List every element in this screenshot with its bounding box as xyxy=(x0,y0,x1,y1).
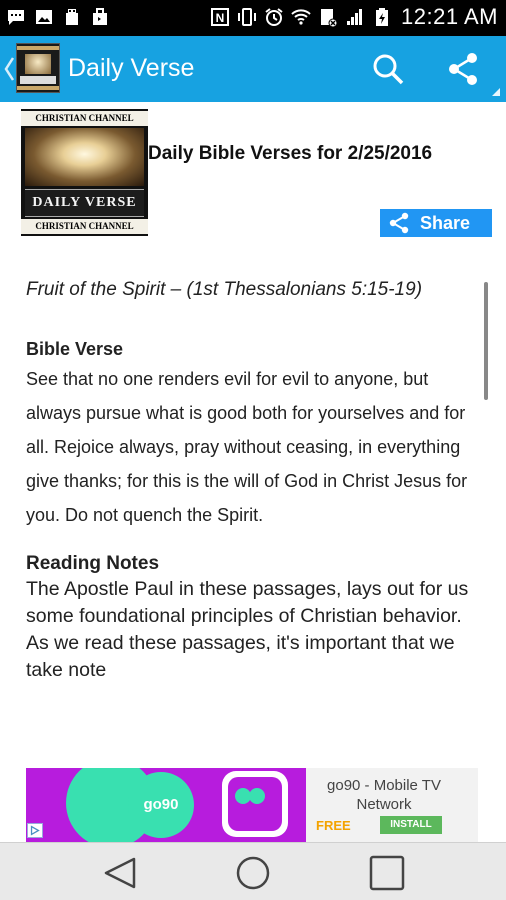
nfc-icon: N xyxy=(210,6,230,28)
bible-verse-text: See that no one renders evil for evil to… xyxy=(26,369,468,525)
ad-graphic-text: go90 xyxy=(128,772,194,838)
app-title: Daily Verse xyxy=(68,54,195,82)
data-icon xyxy=(318,6,338,28)
back-icon[interactable] xyxy=(100,855,140,891)
cover-title: DAILY VERSE xyxy=(25,189,144,217)
app-bar: Daily Verse xyxy=(0,36,506,102)
reading-notes-text: The Apostle Paul in these passages, lays… xyxy=(26,578,469,681)
ad-app-name: go90 - Mobile TV Network xyxy=(327,777,441,813)
clock: 12:21 AM xyxy=(401,4,498,29)
chat-icon xyxy=(6,6,26,28)
bible-illustration xyxy=(25,128,144,186)
daily-verse-cover-image: CHRISTIAN CHANNEL DAILY VERSE CHRISTIAN … xyxy=(21,109,148,236)
alarm-icon xyxy=(264,6,284,28)
verse-title: Fruit of the Spirit – (1st Thessalonians… xyxy=(26,279,423,300)
adchoices-icon[interactable] xyxy=(27,823,43,838)
bible-verse-heading: Bible Verse xyxy=(26,339,124,359)
battery-icon xyxy=(372,6,392,28)
ad-graphic: go90 xyxy=(26,768,306,842)
search-icon[interactable] xyxy=(371,52,405,86)
scrollbar[interactable] xyxy=(484,282,488,400)
verse-content: Fruit of the Spirit – (1st Thessalonians… xyxy=(26,272,472,684)
share-button[interactable]: Share xyxy=(380,209,492,237)
app-logo[interactable] xyxy=(16,43,60,93)
reading-notes-heading: Reading Notes xyxy=(26,553,160,574)
vibrate-icon xyxy=(237,6,257,28)
ad-price: FREE xyxy=(316,818,351,833)
ad-app-icon xyxy=(222,771,288,837)
navigation-bar xyxy=(0,842,506,900)
signal-icon xyxy=(345,6,365,28)
home-icon[interactable] xyxy=(233,855,273,891)
ad-banner[interactable]: go90 go90 - Mobile TV Network FREE INSTA… xyxy=(26,768,478,842)
share-icon[interactable] xyxy=(446,52,480,86)
cover-top-text: CHRISTIAN CHANNEL xyxy=(21,111,148,126)
daily-verse-heading: Daily Bible Verses for 2/25/2016 xyxy=(148,143,433,164)
recents-icon[interactable] xyxy=(366,855,406,891)
usb-icon xyxy=(62,6,82,28)
notification-icons xyxy=(6,6,110,28)
ad-install-button[interactable]: INSTALL xyxy=(380,816,442,834)
wifi-icon xyxy=(291,6,311,28)
image-icon xyxy=(34,6,54,28)
svg-text:N: N xyxy=(216,11,225,25)
share-button-label: Share xyxy=(420,212,471,233)
status-bar: N 12:21 AM xyxy=(0,0,506,36)
cover-bottom-text: CHRISTIAN CHANNEL xyxy=(21,219,148,234)
up-chevron-icon[interactable] xyxy=(3,56,15,82)
bag-icon xyxy=(90,6,110,28)
overflow-indicator xyxy=(492,88,500,96)
share-icon xyxy=(389,212,409,234)
system-icons: N 12:21 AM xyxy=(210,4,498,30)
